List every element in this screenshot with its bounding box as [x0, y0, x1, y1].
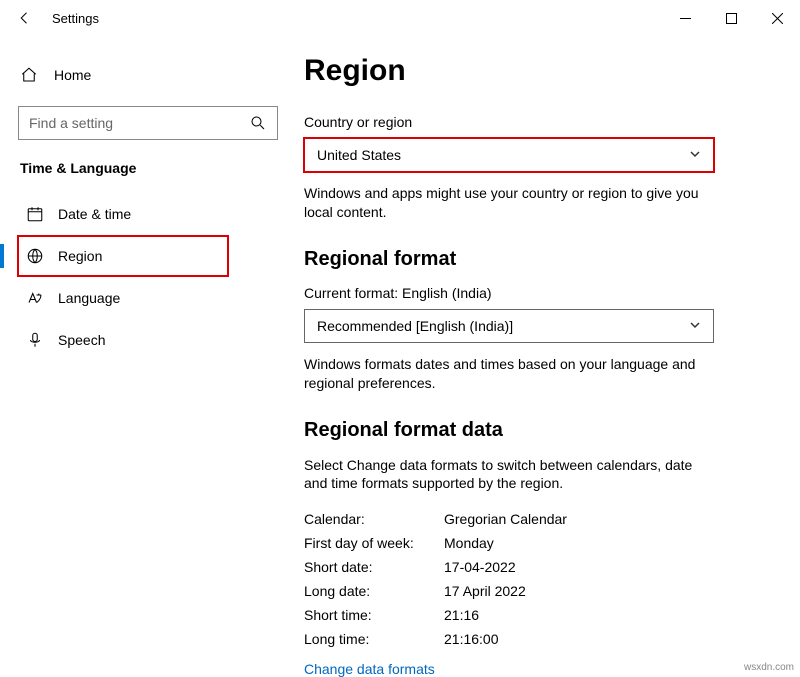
- sidebar: Home Time & Language Date & time Region: [0, 36, 300, 677]
- content-area: Region Country or region United States W…: [300, 36, 800, 677]
- globe-icon: [26, 247, 44, 265]
- sidebar-item-label: Region: [58, 248, 102, 264]
- watermark: wsxdn.com: [744, 662, 794, 673]
- format-data-table: Calendar:Gregorian Calendar First day of…: [304, 507, 770, 651]
- sidebar-item-label: Language: [58, 290, 120, 306]
- table-row: Long date:17 April 2022: [304, 579, 770, 603]
- format-value: Recommended [English (India)]: [317, 318, 513, 334]
- table-row: Short time:21:16: [304, 603, 770, 627]
- page-title: Region: [304, 54, 770, 88]
- maximize-button[interactable]: [708, 2, 754, 34]
- back-icon[interactable]: [16, 9, 34, 27]
- country-value: United States: [317, 147, 401, 163]
- change-data-formats-link[interactable]: Change data formats: [304, 661, 435, 677]
- table-row: First day of week:Monday: [304, 531, 770, 555]
- sidebar-item-language[interactable]: Language: [18, 278, 228, 318]
- titlebar: Settings: [0, 0, 800, 36]
- table-row: Short date:17-04-2022: [304, 555, 770, 579]
- format-data-description: Select Change data formats to switch bet…: [304, 456, 714, 494]
- window-title: Settings: [52, 11, 99, 26]
- chevron-down-icon: [689, 147, 701, 163]
- search-icon: [249, 114, 267, 132]
- chevron-down-icon: [689, 318, 701, 334]
- table-row: Calendar:Gregorian Calendar: [304, 507, 770, 531]
- regional-format-heading: Regional format: [304, 248, 770, 271]
- format-data-heading: Regional format data: [304, 419, 770, 442]
- home-link[interactable]: Home: [20, 66, 284, 84]
- sidebar-item-speech[interactable]: Speech: [18, 320, 228, 360]
- home-icon: [20, 66, 38, 84]
- language-icon: [26, 289, 44, 307]
- sidebar-item-date-time[interactable]: Date & time: [18, 194, 228, 234]
- country-description: Windows and apps might use your country …: [304, 184, 714, 222]
- close-button[interactable]: [754, 2, 800, 34]
- sidebar-item-label: Date & time: [58, 206, 131, 222]
- sidebar-item-region[interactable]: Region: [18, 236, 228, 276]
- current-format-label: Current format: English (India): [304, 285, 770, 301]
- section-title: Time & Language: [20, 160, 284, 176]
- country-dropdown[interactable]: United States: [304, 138, 714, 172]
- format-dropdown[interactable]: Recommended [English (India)]: [304, 309, 714, 343]
- calendar-icon: [26, 205, 44, 223]
- sidebar-item-label: Speech: [58, 332, 105, 348]
- home-label: Home: [54, 67, 91, 83]
- nav-list: Date & time Region Language Speech: [18, 194, 284, 360]
- minimize-button[interactable]: [662, 2, 708, 34]
- format-description: Windows formats dates and times based on…: [304, 355, 714, 393]
- country-label: Country or region: [304, 114, 770, 130]
- search-field[interactable]: [29, 115, 229, 131]
- table-row: Long time:21:16:00: [304, 627, 770, 651]
- microphone-icon: [26, 331, 44, 349]
- search-input[interactable]: [18, 106, 278, 140]
